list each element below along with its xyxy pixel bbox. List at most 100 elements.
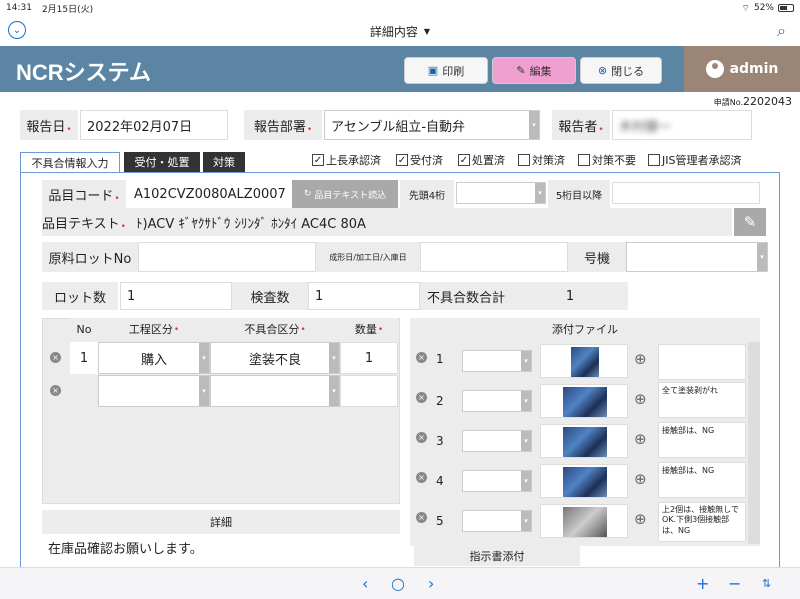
delete-row-button[interactable]: × xyxy=(50,352,61,363)
attachment-note[interactable]: 接触部は、NG xyxy=(658,422,746,458)
defect-type-select[interactable]: 塗装不良 ▾ xyxy=(210,342,340,374)
reporter-value: 木村健一 xyxy=(619,119,672,135)
delete-attachment-button[interactable]: × xyxy=(416,392,427,403)
checkbox-box[interactable]: ✓ xyxy=(312,154,324,166)
bottom-toolbar: ‹ ○ › + − ⇅ xyxy=(0,567,800,599)
user-menu[interactable]: admin xyxy=(684,46,800,92)
sort-icon[interactable]: ⇅ xyxy=(762,577,771,590)
material-lot-field[interactable] xyxy=(138,242,316,272)
attachment-note[interactable] xyxy=(658,344,746,380)
pencil-icon: ✎ xyxy=(743,213,757,231)
edit-button[interactable]: ✎ 編集 xyxy=(492,57,576,84)
checkbox-jis-approved[interactable]: JIS管理者承認済 xyxy=(648,152,741,168)
item-code-field[interactable]: A102CVZ0080ALZ0007 xyxy=(128,180,292,208)
close-button[interactable]: ⊗ 閉じる xyxy=(580,57,662,84)
report-date-field[interactable]: 2022年02月07日 xyxy=(80,110,228,140)
zoom-in-icon[interactable]: ⊕ xyxy=(634,390,647,408)
refresh-icon[interactable]: ○ xyxy=(391,574,405,593)
status-time: 14:31 xyxy=(6,3,32,13)
process-select[interactable]: 購入 ▾ xyxy=(98,342,210,374)
attachment-photo xyxy=(563,387,607,417)
checkbox-box[interactable] xyxy=(578,154,590,166)
minus-icon[interactable]: − xyxy=(728,574,741,593)
chevron-down-icon[interactable]: ⌄ xyxy=(8,21,26,39)
attachment-thumbnail[interactable] xyxy=(540,344,628,378)
inspect-count-label: 検査数 xyxy=(232,282,308,310)
edit-item-text-button[interactable]: ✎ xyxy=(734,208,766,236)
attachment-type-select[interactable]: ▾ xyxy=(462,430,532,452)
delete-attachment-button[interactable]: × xyxy=(416,352,427,363)
attachment-note[interactable]: 上2個は、接触無しでOK.下側3個接触部は、NG xyxy=(658,502,746,542)
plus-icon[interactable]: + xyxy=(696,574,709,593)
reload-item-text-button[interactable]: ↻ 品目テキスト読込 xyxy=(292,180,398,208)
lot-count-field[interactable]: 1 xyxy=(120,282,232,310)
request-number-prefix: 申請No. xyxy=(713,98,743,107)
machine-select[interactable]: ▾ xyxy=(626,242,768,272)
delete-row-button[interactable]: × xyxy=(50,385,61,396)
report-dept-label: 報告部署 • xyxy=(244,110,322,140)
defect-type-value: 塗装不良 xyxy=(248,353,301,368)
attachments-scrollbar[interactable] xyxy=(748,342,760,544)
attachment-thumbnail[interactable] xyxy=(540,424,628,458)
tab-reception[interactable]: 受付・処置 xyxy=(124,152,200,172)
attachment-type-select[interactable]: ▾ xyxy=(462,350,532,372)
page-title[interactable]: 詳細内容 xyxy=(370,23,418,40)
first4-select[interactable]: ▾ xyxy=(456,182,546,204)
report-dept-select[interactable]: アセンブル組立-自動弁 ▾ xyxy=(324,110,540,140)
reporter-field[interactable]: 木村健一 xyxy=(612,110,752,140)
dropdown-arrow-icon: ▾ xyxy=(521,431,531,451)
attachment-thumbnail[interactable] xyxy=(540,464,628,498)
tab-defect-info[interactable]: 不具合情報入力 xyxy=(20,152,120,172)
attachment-no: 2 xyxy=(436,394,444,408)
zoom-in-icon[interactable]: ⊕ xyxy=(634,510,647,528)
attachment-photo xyxy=(571,347,599,377)
grid-header-no: No xyxy=(70,318,98,340)
dropdown-arrow-icon: ▾ xyxy=(329,376,339,406)
back-icon[interactable]: ‹ xyxy=(362,574,368,593)
qty-field[interactable]: 1 xyxy=(340,342,398,374)
inspect-count-field[interactable]: 1 xyxy=(308,282,420,310)
attachment-note[interactable]: 全て塗装剥がれ xyxy=(658,382,746,418)
dropdown-arrow-icon: ▾ xyxy=(329,343,339,373)
attachment-note[interactable]: 接触部は、NG xyxy=(658,462,746,498)
caret-down-icon[interactable]: ▼ xyxy=(424,27,430,36)
date-field[interactable] xyxy=(420,242,568,272)
checkbox-received[interactable]: ✓ 受付済 xyxy=(396,152,443,168)
dropdown-arrow-icon: ▾ xyxy=(521,511,531,531)
attachment-type-select[interactable]: ▾ xyxy=(462,390,532,412)
zoom-in-icon[interactable]: ⊕ xyxy=(634,350,647,368)
attachment-no: 4 xyxy=(436,474,444,488)
zoom-in-icon[interactable]: ⊕ xyxy=(634,430,647,448)
attachment-type-select[interactable]: ▾ xyxy=(462,510,532,532)
grid-header-defect: 不具合区分 • xyxy=(210,318,340,340)
close-icon: × xyxy=(416,352,427,363)
detail-text[interactable]: 在庫品確認お願いします。 xyxy=(42,534,400,566)
checkbox-box[interactable]: ✓ xyxy=(458,154,470,166)
checkbox-box[interactable] xyxy=(648,154,660,166)
dropdown-arrow-icon: ▾ xyxy=(521,351,531,371)
attachment-thumbnail[interactable] xyxy=(540,504,628,538)
checkbox-box[interactable]: ✓ xyxy=(396,154,408,166)
checkbox-supervisor-approved[interactable]: ✓ 上長承認済 xyxy=(312,152,381,168)
tab-countermeasure[interactable]: 対策 xyxy=(203,152,245,172)
defect-type-select[interactable]: ▾ xyxy=(210,375,340,407)
checkbox-countermeasure-done[interactable]: 対策済 xyxy=(518,152,565,168)
search-icon[interactable]: ⌕ xyxy=(777,21,786,41)
attachment-type-select[interactable]: ▾ xyxy=(462,470,532,492)
after5-field[interactable] xyxy=(612,182,760,204)
qty-field[interactable] xyxy=(340,375,398,407)
process-select[interactable]: ▾ xyxy=(98,375,210,407)
delete-attachment-button[interactable]: × xyxy=(416,472,427,483)
forward-icon[interactable]: › xyxy=(428,574,434,593)
checkbox-treated[interactable]: ✓ 処置済 xyxy=(458,152,505,168)
delete-attachment-button[interactable]: × xyxy=(416,432,427,443)
item-code-label: 品目コード • xyxy=(42,180,126,208)
attachment-thumbnail[interactable] xyxy=(540,384,628,418)
delete-attachment-button[interactable]: × xyxy=(416,512,427,523)
row-no: 1 xyxy=(70,342,98,374)
checkbox-countermeasure-unneeded[interactable]: 対策不要 xyxy=(578,152,636,168)
checkbox-box[interactable] xyxy=(518,154,530,166)
zoom-in-icon[interactable]: ⊕ xyxy=(634,470,647,488)
print-button[interactable]: ▣ 印刷 xyxy=(404,57,488,84)
close-label: 閉じる xyxy=(611,64,645,78)
